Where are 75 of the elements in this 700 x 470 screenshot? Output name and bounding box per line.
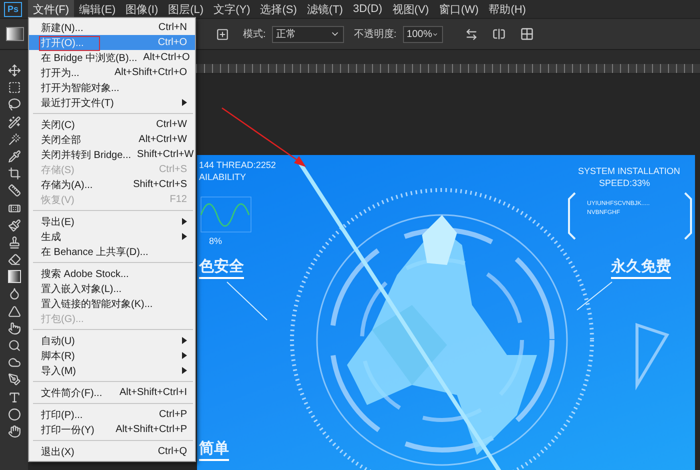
bandage-icon[interactable] [8,202,20,214]
system-installation-title: SYSTEM INSTALLATION [578,167,680,177]
triangle-outline [636,322,670,390]
square-plus-icon[interactable] [216,28,229,40]
menu-item[interactable]: 关闭并转到 Bridge... Shift+Ctrl+W [29,147,195,162]
eraser-icon[interactable] [8,253,20,266]
menu-bar-item[interactable]: 图像(I) [120,0,164,18]
menu-bar-item[interactable]: 选择(S) [255,0,302,18]
opacity-dropdown[interactable]: 100% [402,26,443,42]
menu-item[interactable]: 置入嵌入对象(L)... [29,281,195,296]
menu-item[interactable]: 在 Behance 上共享(D)... [29,244,195,259]
menu-item[interactable]: 脚本(R) [29,348,195,363]
checker-icon[interactable] [520,27,534,41]
half-square-icon[interactable] [492,27,506,41]
feature-heading: 色安全 [199,259,244,278]
menu-item[interactable]: 打印(P)... Ctrl+P [29,407,195,422]
swap-icon[interactable] [464,28,478,40]
menu-item[interactable]: 关闭全部 Alt+Ctrl+W [29,132,195,147]
wave-graph [200,196,252,232]
menu-item[interactable]: 新建(N)... Ctrl+N [29,20,195,35]
ellipse-icon[interactable] [8,408,20,421]
hand-icon[interactable] [8,424,20,438]
menu-bar-item[interactable]: 图层(L) [163,0,209,18]
feature-heading: 永久免费 [611,259,671,278]
menu-bar-item[interactable]: 文字(Y) [208,0,256,18]
mode-label: 模式: [243,28,266,41]
menu-item[interactable]: 自动(U) [29,333,195,348]
menu-item[interactable]: 退出(X) Ctrl+Q [29,444,195,459]
droplet-icon[interactable] [8,287,20,300]
type-icon[interactable] [8,390,20,404]
speed-readout: SPEED:33% [599,179,650,189]
move-icon[interactable] [8,64,20,77]
menu-bar-item[interactable]: 帮助(H) [484,0,531,18]
mode-dropdown[interactable]: 正常 [272,26,344,42]
menu-bar-item[interactable]: 滤镜(T) [302,0,348,18]
menu-item[interactable]: 最近打开文件(T) [29,95,195,110]
search-icon[interactable] [8,339,20,352]
menu-item[interactable]: 打印一份(Y) Alt+Shift+Ctrl+P [29,422,195,437]
menu-item[interactable]: 置入链接的智能对象(K)... [29,296,195,311]
lasso-icon[interactable] [8,98,20,112]
menu-bar-item[interactable]: 编辑(E) [74,0,121,18]
menu-bar-item[interactable]: 窗口(W) [434,0,484,18]
ruler-icon[interactable] [8,184,20,198]
menu-bar-item[interactable]: 3D(D) [348,1,388,17]
app-logo: Ps [4,2,22,16]
gradient-icon[interactable] [8,270,20,284]
menu-item[interactable]: 导出(E) [29,214,195,229]
thread-readout: 144 THREAD:2252 [199,161,276,171]
menu-item[interactable]: 生成 [29,229,195,244]
crop-icon[interactable] [8,167,20,180]
feature-heading: 简单 [199,441,229,460]
availability-label: AILABILITY [199,173,246,183]
leader-line [576,282,612,310]
menu-item[interactable]: 存储为(A)... Shift+Ctrl+S [29,177,195,192]
triangle-icon[interactable] [8,304,20,318]
menu-item[interactable]: 文件简介(F)... Alt+Shift+Ctrl+I [29,385,195,400]
leader-line [226,282,268,320]
finger-icon[interactable] [8,322,20,335]
brush-icon[interactable] [8,218,20,232]
menu-bar-item[interactable]: 视图(V) [387,0,434,18]
menu-item[interactable]: 在 Bridge 中浏览(B)... Alt+Ctrl+O [29,50,195,65]
eyedropper-icon[interactable] [8,150,20,163]
menu-item[interactable]: 导入(M) [29,363,195,378]
magic-wand-icon[interactable] [8,132,20,146]
menu-item[interactable]: 关闭(C) Ctrl+W [29,117,195,132]
menu-item[interactable]: 搜索 Adobe Stock... [29,266,195,281]
opacity-label: 不透明度: [354,28,397,41]
percent-readout: 8% [209,237,222,247]
menu-item[interactable]: 打开为智能对象... [29,80,195,95]
stamp-icon[interactable] [8,236,20,249]
pen-icon[interactable] [8,373,20,386]
quick-select-icon[interactable] [8,116,20,129]
marquee-icon[interactable] [8,81,20,94]
gradient-swatch[interactable] [6,27,24,41]
menu-item[interactable]: 打开为... Alt+Shift+Ctrl+O [29,65,195,80]
